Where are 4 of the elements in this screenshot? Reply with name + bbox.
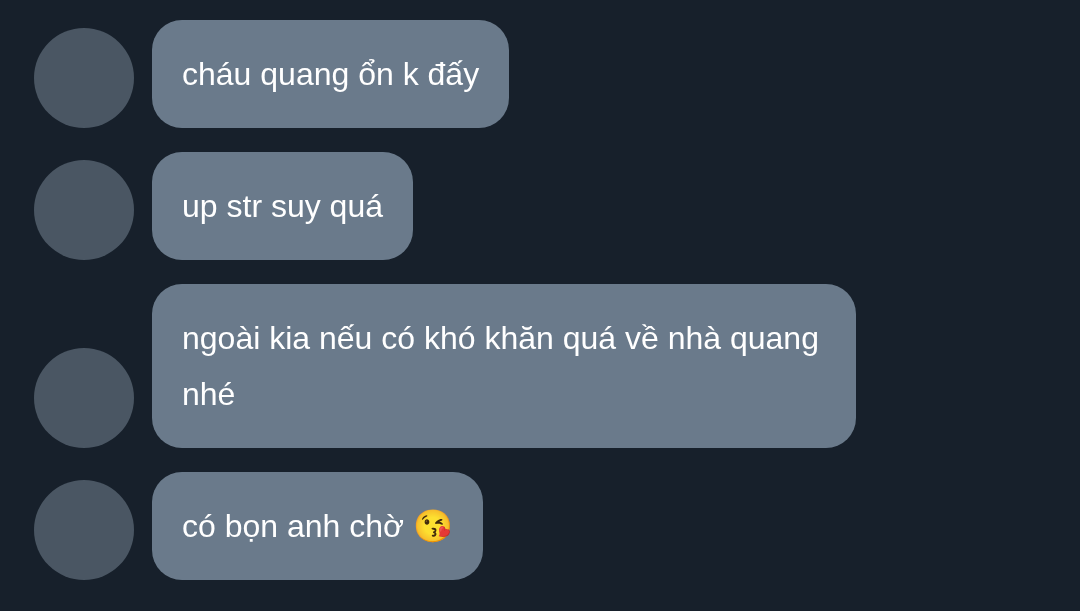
message-bubble: có bọn anh chờ 😘 [152,472,483,580]
message-bubble: cháu quang ổn k đấy [152,20,510,128]
message-bubble: up str suy quá [152,152,413,260]
message-bubble: ngoài kia nếu có khó khăn quá về nhà quang nhé [152,284,856,448]
